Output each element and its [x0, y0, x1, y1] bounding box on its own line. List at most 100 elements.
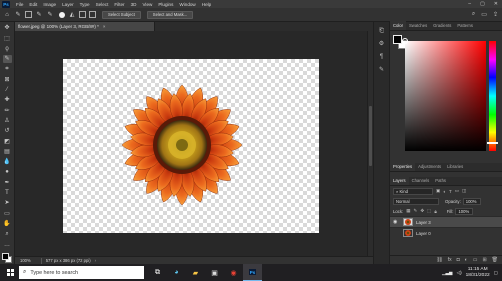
foreground-color-swatch[interactable] — [2, 252, 9, 260]
volume-icon[interactable]: ◁) — [457, 270, 462, 276]
marquee-tool-icon[interactable]: ⬚ — [3, 35, 12, 43]
tab-paths[interactable]: Paths — [432, 176, 449, 185]
menu-select[interactable]: Select — [93, 2, 112, 7]
visibility-eye-icon[interactable]: ◉ — [393, 219, 400, 225]
angle-icon[interactable]: ◭ — [68, 11, 76, 19]
layer-row-layer-0[interactable]: Layer 0 — [390, 227, 502, 238]
crop-tool-icon[interactable]: ⌗ — [3, 65, 12, 73]
hue-slider[interactable] — [487, 41, 498, 151]
link-layers-icon[interactable]: ⛓ — [436, 257, 442, 263]
zoom-tool-icon[interactable]: ⌕ — [3, 230, 12, 238]
select-subject-button[interactable]: Select Subject — [102, 10, 141, 19]
brush-size-icon[interactable] — [59, 11, 65, 18]
tab-properties[interactable]: Properties — [390, 162, 416, 171]
brush-tool-icon[interactable]: ✏ — [3, 107, 12, 115]
add-to-selection-icon[interactable]: ✎ — [35, 11, 43, 19]
tab-channels[interactable]: Channels — [409, 176, 433, 185]
subtract-from-selection-icon[interactable]: ✎ — [46, 11, 54, 19]
chrome-icon[interactable]: ◉ — [224, 264, 243, 281]
new-layer-icon[interactable]: ⊞ — [482, 257, 486, 263]
menu-layer[interactable]: Layer — [59, 2, 77, 7]
tab-libraries[interactable]: Libraries — [444, 162, 466, 171]
lock-all-icon[interactable]: 🔒︎ — [434, 209, 436, 214]
pen-tool-icon[interactable]: ✒ — [3, 179, 12, 187]
menu-type[interactable]: Type — [77, 2, 93, 7]
filter-smart-object-icon[interactable]: ◫ — [462, 188, 466, 194]
type-panel-icon[interactable]: ¶ — [377, 53, 386, 61]
photoshop-logo[interactable]: Ps — [2, 0, 10, 8]
delete-layer-icon[interactable]: 🗑︎ — [492, 257, 498, 263]
sample-all-layers-checkbox[interactable] — [79, 11, 86, 18]
lasso-tool-icon[interactable]: ϙ — [3, 45, 12, 53]
layer-kind-filter[interactable]: ⌕ Kind — [393, 187, 433, 195]
quick-selection-tool-icon[interactable]: ✎ — [14, 11, 22, 19]
lock-artboard-icon[interactable]: ⬚ — [427, 208, 431, 214]
network-icon[interactable]: ▁▃▅ — [442, 270, 453, 276]
tab-gradients[interactable]: Gradients — [430, 21, 454, 30]
type-tool-icon[interactable]: T — [3, 189, 12, 197]
menu-file[interactable]: File — [13, 2, 26, 7]
path-selection-tool-icon[interactable]: ➤ — [3, 199, 12, 207]
color-picker-ring[interactable] — [402, 38, 408, 44]
status-menu-arrow-icon[interactable]: › — [95, 258, 96, 263]
task-view-icon[interactable]: ⧉ — [148, 264, 167, 281]
healing-brush-tool-icon[interactable]: ✚ — [3, 96, 12, 104]
workspace-icon[interactable]: ▭ — [481, 11, 487, 18]
scrollbar-thumb[interactable] — [369, 106, 372, 166]
search-icon[interactable]: ⌕ — [472, 11, 475, 18]
blur-tool-icon[interactable]: 💧 — [3, 158, 12, 166]
lock-image-icon[interactable]: ✎ — [414, 208, 418, 214]
zoom-level[interactable]: 100% — [20, 258, 31, 263]
lock-transparency-icon[interactable]: ▦ — [406, 208, 410, 214]
menu-edit[interactable]: Edit — [26, 2, 40, 7]
menu-3d[interactable]: 3D — [128, 2, 140, 7]
menu-filter[interactable]: Filter — [111, 2, 127, 7]
hue-slider-marker[interactable] — [487, 142, 498, 144]
filter-shape-icon[interactable]: ▭ — [455, 188, 459, 194]
brush-settings-icon[interactable]: ✎ — [377, 66, 386, 74]
move-tool-icon[interactable]: ✥ — [3, 24, 12, 32]
select-and-mask-button[interactable]: Select and Mask... — [146, 10, 194, 19]
minimize-icon[interactable]: – — [468, 1, 471, 7]
menu-window[interactable]: Window — [176, 2, 198, 7]
dodge-tool-icon[interactable]: ● — [3, 168, 12, 176]
adjust-icon[interactable]: ⚙ — [377, 40, 386, 48]
add-mask-icon[interactable]: ◘ — [457, 257, 460, 263]
menu-view[interactable]: View — [139, 2, 155, 7]
menu-plugins[interactable]: Plugins — [155, 2, 176, 7]
tab-adjustments[interactable]: Adjustments — [415, 162, 444, 171]
tab-color[interactable]: Color — [390, 21, 407, 30]
adjustment-layer-icon[interactable]: ◐ — [465, 257, 468, 263]
menu-help[interactable]: Help — [199, 2, 214, 7]
tab-patterns[interactable]: Patterns — [454, 21, 476, 30]
file-explorer-icon[interactable]: ▰ — [186, 264, 205, 281]
color-swatches[interactable] — [1, 252, 13, 264]
eraser-tool-icon[interactable]: ◩ — [3, 138, 12, 146]
filter-type-icon[interactable]: T — [449, 189, 452, 194]
layer-style-icon[interactable]: fx — [448, 257, 452, 263]
maximize-icon[interactable]: ▢ — [480, 1, 485, 7]
gradient-tool-icon[interactable]: ▤ — [3, 148, 12, 156]
taskbar-search-box[interactable]: ⌕ Type here to search — [19, 266, 144, 279]
document-tab[interactable]: flower.jpeg @ 100% (Layer 3, RGB/8#) * × — [15, 22, 155, 31]
color-picker-field[interactable] — [402, 38, 486, 151]
frame-tool-icon[interactable]: ⊠ — [3, 76, 12, 84]
history-brush-tool-icon[interactable]: ↺ — [3, 127, 12, 135]
opacity-input[interactable]: 100% — [462, 197, 481, 205]
share-icon[interactable]: ⇪ — [493, 11, 498, 18]
panel-foreground-swatch[interactable] — [393, 35, 402, 44]
image-canvas[interactable] — [63, 59, 319, 233]
hand-tool-icon[interactable]: ✋ — [3, 220, 12, 228]
quick-selection-tool-icon[interactable]: ✎ — [2, 55, 12, 64]
filter-pixel-icon[interactable]: ▣ — [436, 188, 440, 194]
notifications-icon[interactable]: ▢ — [494, 270, 498, 276]
edge-browser-icon[interactable]: ◕ — [167, 264, 186, 281]
filter-adjustment-icon[interactable]: ◐ — [443, 189, 446, 194]
new-selection-icon[interactable] — [25, 11, 32, 18]
clone-stamp-tool-icon[interactable]: ♙ — [3, 117, 12, 125]
rectangle-tool-icon[interactable]: ▭ — [3, 210, 12, 218]
home-icon[interactable]: ⌂ — [3, 11, 11, 19]
enhance-edge-checkbox[interactable] — [89, 11, 96, 18]
close-icon[interactable]: ✕ — [494, 1, 498, 7]
blend-mode-select[interactable]: Normal — [393, 197, 439, 205]
